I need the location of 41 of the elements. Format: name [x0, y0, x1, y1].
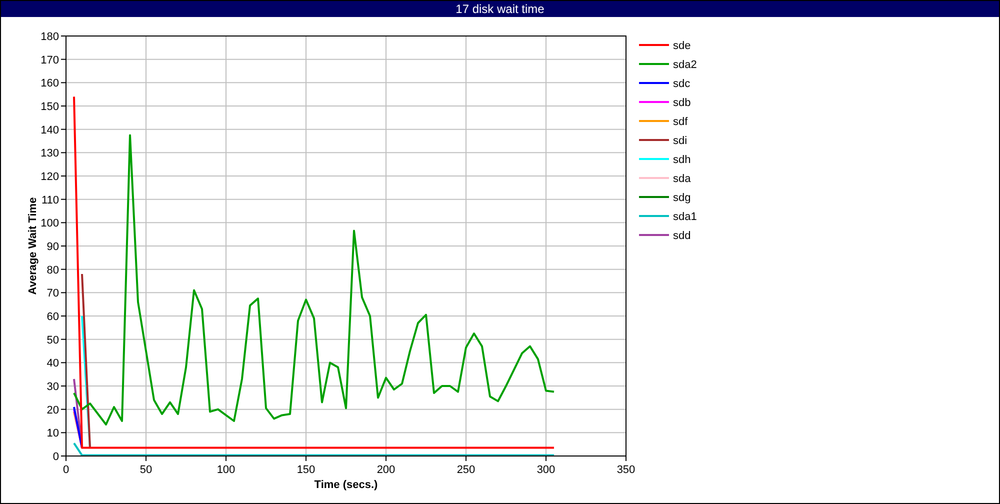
legend-label: sdc: [673, 78, 690, 90]
legend-label: sdd: [673, 230, 691, 242]
axis-tick-label: 170: [40, 54, 59, 66]
axis-tick-label: 80: [46, 264, 59, 276]
legend-label: sdh: [673, 154, 691, 166]
axis-tick-label: 20: [46, 404, 59, 416]
axis-tick-label: 0: [62, 464, 70, 476]
axis-tick-label: 160: [40, 78, 59, 90]
axis-tick-label: 130: [40, 148, 59, 160]
legend-label: sdg: [673, 192, 691, 204]
axis-tick-label: 90: [46, 241, 59, 253]
legend-label: sde: [673, 40, 691, 52]
axis-tick-label: 10: [46, 428, 59, 440]
legend-label: sda: [673, 173, 691, 185]
axis-tick-label: 110: [41, 194, 59, 206]
axis-tick-label: 30: [46, 381, 59, 393]
axis-tick-label: 150: [296, 464, 316, 476]
axis-tick-label: 350: [616, 464, 636, 476]
axis-tick-label: 120: [40, 171, 59, 183]
axis-tick-label: 60: [46, 311, 59, 323]
axis-tick-label: 100: [216, 464, 236, 476]
axis-tick-label: 200: [376, 464, 396, 476]
y-axis-title: Average Wait Time: [27, 197, 39, 295]
axis-tick-label: 180: [40, 31, 59, 43]
axis-tick-label: 100: [40, 218, 59, 230]
legend-label: sda1: [673, 211, 697, 223]
axis-tick-label: 300: [536, 464, 556, 476]
legend-label: sdf: [673, 116, 688, 128]
axis-tick-label: 50: [46, 334, 59, 346]
axis-tick-label: 250: [456, 464, 476, 476]
legend-label: sda2: [673, 59, 697, 71]
x-axis-title: Time (secs.): [314, 479, 378, 491]
legend-label: sdi: [673, 135, 688, 147]
legend-label: sdb: [673, 97, 691, 109]
axis-tick-label: 0: [52, 451, 59, 463]
axis-tick-label: 150: [40, 101, 59, 113]
axis-tick-label: 50: [140, 464, 152, 476]
axis-tick-label: 40: [46, 358, 59, 370]
axis-tick-label: 70: [46, 288, 59, 300]
axis-tick-label: 140: [40, 124, 59, 136]
window-title: 17 disk wait time: [1, 1, 999, 17]
